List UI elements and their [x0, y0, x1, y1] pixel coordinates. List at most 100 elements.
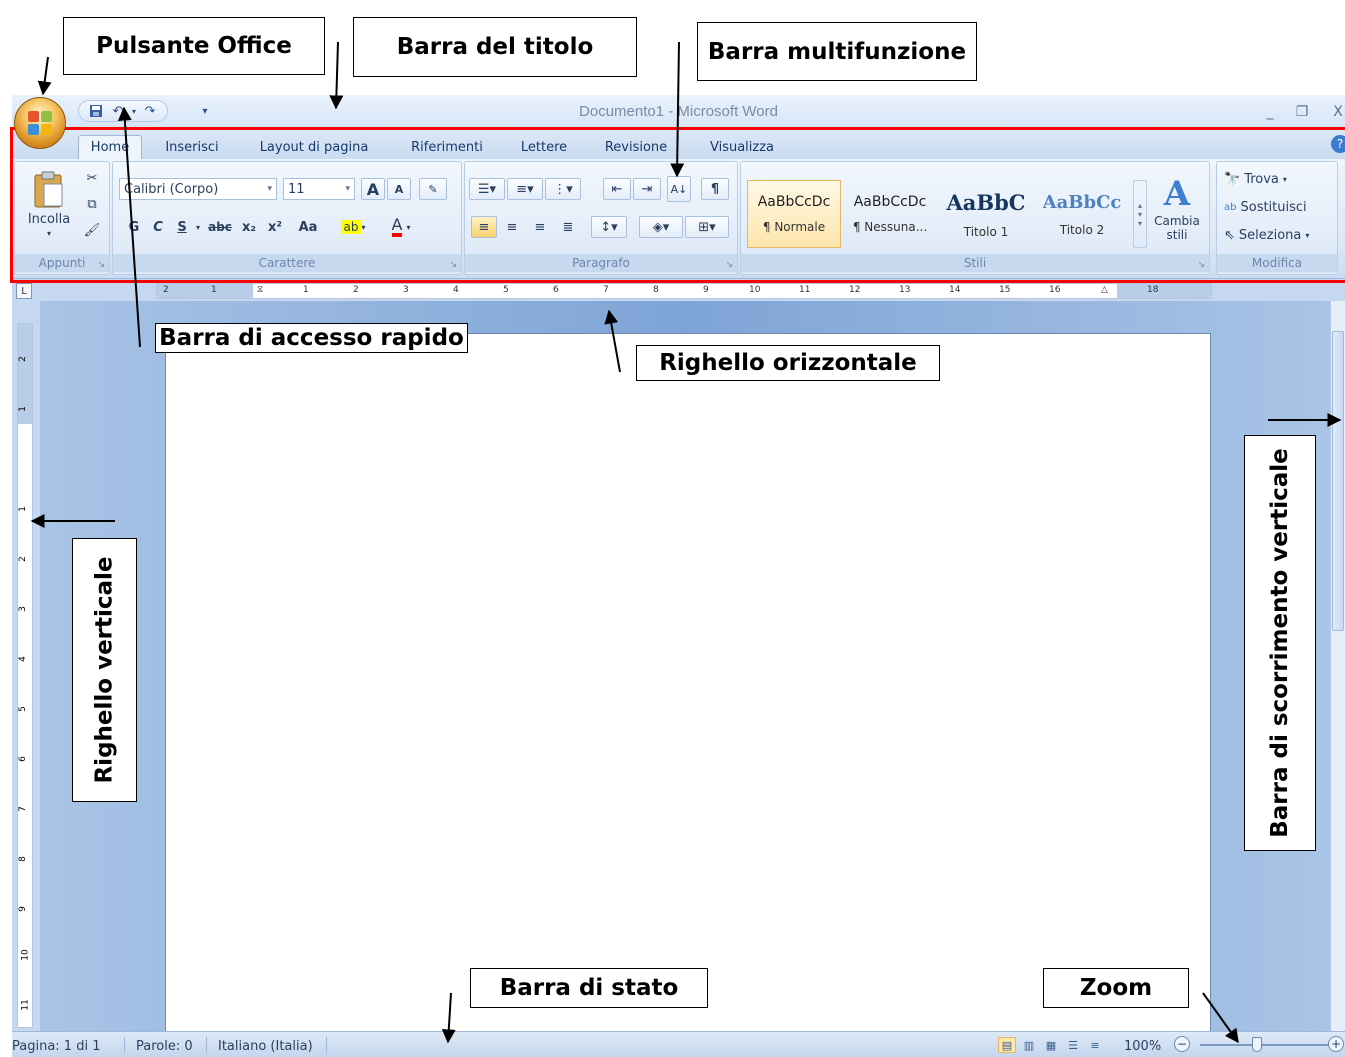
tab-selector-icon[interactable]: L — [16, 283, 32, 299]
restore-button[interactable]: ❐ — [1289, 101, 1315, 123]
sort-icon[interactable]: A↓ — [667, 176, 691, 202]
ribbon-tabs: Home Inserisci Layout di pagina Riferime… — [12, 129, 1345, 159]
find-button[interactable]: 🔭 Trova ▾ — [1223, 168, 1333, 190]
horizontal-ruler-bar: L 21 ⧖ 12 34 56 78 9 10 11 12 13 14 15 16 △ 1… — [12, 279, 1345, 301]
borders-icon[interactable]: ⊞▾ — [685, 216, 729, 238]
cut-icon[interactable]: ✂ — [81, 168, 103, 188]
full-screen-reading-icon[interactable]: ▥ — [1020, 1037, 1038, 1053]
copy-icon[interactable]: ⧉ — [81, 194, 103, 214]
change-case-button[interactable]: Aa — [291, 216, 325, 238]
callout-vertical-ruler: Righello verticale — [72, 538, 137, 802]
dialog-launcher-icon[interactable]: ↘ — [449, 260, 457, 270]
office-logo-icon — [28, 111, 52, 135]
language-indicator[interactable]: Italiano (Italia) — [218, 1039, 313, 1054]
window-title: Documento1 - Microsoft Word — [579, 103, 778, 120]
style-no-spacing[interactable]: AaBbCcDc ¶ Nessuna... — [843, 180, 937, 248]
style-normal[interactable]: AaBbCcDc ¶ Normale — [747, 180, 841, 248]
tab-references[interactable]: Riferimenti — [402, 135, 492, 159]
document-area — [40, 301, 1330, 1043]
clear-formatting-icon[interactable]: ✎ — [419, 178, 447, 200]
numbering-icon[interactable]: ≡▾ — [507, 178, 543, 200]
zoom-in-icon[interactable]: + — [1328, 1036, 1344, 1052]
zoom-out-icon[interactable]: − — [1174, 1036, 1190, 1052]
group-label-clipboard: Appunti — [15, 254, 109, 272]
shrink-font-button[interactable]: A — [387, 178, 411, 200]
web-layout-icon[interactable]: ▦ — [1042, 1037, 1060, 1053]
horizontal-ruler[interactable]: 21 ⧖ 12 34 56 78 9 10 11 12 13 14 15 16 △ 18 — [156, 283, 1212, 299]
bullets-icon[interactable]: ☰▾ — [469, 178, 505, 200]
tab-view[interactable]: Visualizza — [702, 135, 782, 159]
word-count[interactable]: Parole: 0 — [136, 1039, 193, 1054]
group-label-font: Carattere — [113, 254, 461, 272]
group-label-editing: Modifica — [1217, 254, 1337, 272]
scrollbar-thumb[interactable] — [1332, 331, 1344, 631]
subscript-button[interactable]: x₂ — [237, 216, 261, 238]
callout-ribbon: Barra multifunzione — [697, 22, 977, 81]
show-formatting-button[interactable]: ¶ — [701, 178, 729, 200]
align-center-icon[interactable]: ≡ — [499, 216, 525, 238]
callout-horizontal-ruler: Righello orizzontale — [636, 345, 940, 381]
grow-font-button[interactable]: A — [361, 178, 385, 200]
bold-button[interactable]: G — [123, 216, 145, 238]
style-sample: AaBbCcDc — [757, 194, 831, 210]
italic-button[interactable]: C — [147, 216, 169, 238]
multilevel-list-icon[interactable]: ⋮▾ — [545, 178, 581, 200]
decrease-indent-icon[interactable]: ⇤ — [603, 178, 631, 200]
style-name: ¶ Normale — [762, 220, 826, 234]
print-layout-icon[interactable]: ▤ — [998, 1037, 1016, 1053]
paste-button[interactable]: Incolla ▾ — [21, 166, 77, 242]
font-size-combo[interactable]: 11 ▾ — [283, 178, 355, 200]
align-right-icon[interactable]: ≡ — [527, 216, 553, 238]
outline-view-icon[interactable]: ☰ — [1064, 1037, 1082, 1053]
vertical-scrollbar[interactable] — [1330, 301, 1345, 1031]
tab-mailings[interactable]: Lettere — [514, 135, 574, 159]
find-label: Trova — [1244, 171, 1279, 187]
minimize-button[interactable]: _ — [1257, 101, 1283, 123]
page-count[interactable]: Pagina: 1 di 1 — [12, 1039, 100, 1054]
draft-view-icon[interactable]: ≡ — [1086, 1037, 1104, 1053]
zoom-level[interactable]: 100% — [1124, 1039, 1161, 1054]
change-styles-icon: A — [1163, 174, 1191, 214]
format-painter-icon[interactable]: 🖌 — [81, 220, 103, 240]
close-button[interactable]: X — [1325, 101, 1345, 123]
font-name-combo[interactable]: Calibri (Corpo) ▾ — [119, 178, 277, 200]
strikethrough-button[interactable]: abc — [205, 216, 235, 238]
status-bar: Pagina: 1 di 1 Parole: 0 Italiano (Itali… — [12, 1031, 1345, 1057]
dialog-launcher-icon[interactable]: ↘ — [1197, 260, 1205, 270]
style-name: Titolo 1 — [963, 224, 1009, 239]
group-label-paragraph: Paragrafo — [465, 254, 737, 272]
style-heading-1[interactable]: AaBbC Titolo 1 — [939, 180, 1033, 248]
style-sample: AaBbCcDc — [853, 194, 927, 210]
align-left-icon[interactable]: ≡ — [471, 216, 497, 238]
font-color-icon[interactable]: A ▾ — [381, 214, 421, 240]
justify-icon[interactable]: ≣ — [555, 216, 581, 238]
select-button[interactable]: ⇖ Seleziona ▾ — [1223, 224, 1333, 246]
zoom-slider-track[interactable] — [1200, 1044, 1330, 1046]
superscript-button[interactable]: x² — [263, 216, 287, 238]
dialog-launcher-icon[interactable]: ↘ — [725, 260, 733, 270]
replace-button[interactable]: ab Sostituisci — [1223, 196, 1333, 218]
callout-quick-access: Barra di accesso rapido — [155, 323, 468, 353]
change-styles-button[interactable]: A Cambia stili — [1151, 168, 1203, 250]
shading-icon[interactable]: ◈▾ — [639, 216, 683, 238]
tab-review[interactable]: Revisione — [598, 135, 674, 159]
line-spacing-icon[interactable]: ↕▾ — [591, 216, 627, 238]
dialog-launcher-icon[interactable]: ↘ — [97, 260, 105, 270]
vertical-ruler[interactable]: 21 12 34 56 78 9 10 11 — [17, 323, 33, 1028]
zoom-slider-thumb[interactable] — [1252, 1037, 1262, 1052]
office-button[interactable] — [14, 97, 66, 149]
underline-button[interactable]: S — [171, 216, 193, 238]
highlight-color-icon[interactable]: ab ▾ — [333, 214, 373, 240]
cursor-icon: ⇖ — [1224, 227, 1235, 243]
chevron-down-icon[interactable]: ▾ — [193, 216, 203, 238]
tab-insert[interactable]: Inserisci — [158, 135, 226, 159]
style-heading-2[interactable]: AaBbCc Titolo 2 — [1035, 180, 1129, 248]
styles-scroll-icon[interactable]: ▴ ▾ ▾ — [1133, 180, 1147, 248]
tab-page-layout[interactable]: Layout di pagina — [252, 135, 376, 159]
callout-vertical-scrollbar: Barra di scorrimento verticale — [1244, 435, 1316, 851]
increase-indent-icon[interactable]: ⇥ — [633, 178, 661, 200]
chevron-down-icon: ▾ — [345, 184, 350, 194]
document-page[interactable] — [165, 333, 1211, 1043]
tab-home[interactable]: Home — [78, 135, 142, 159]
help-icon[interactable]: ? — [1331, 135, 1345, 153]
